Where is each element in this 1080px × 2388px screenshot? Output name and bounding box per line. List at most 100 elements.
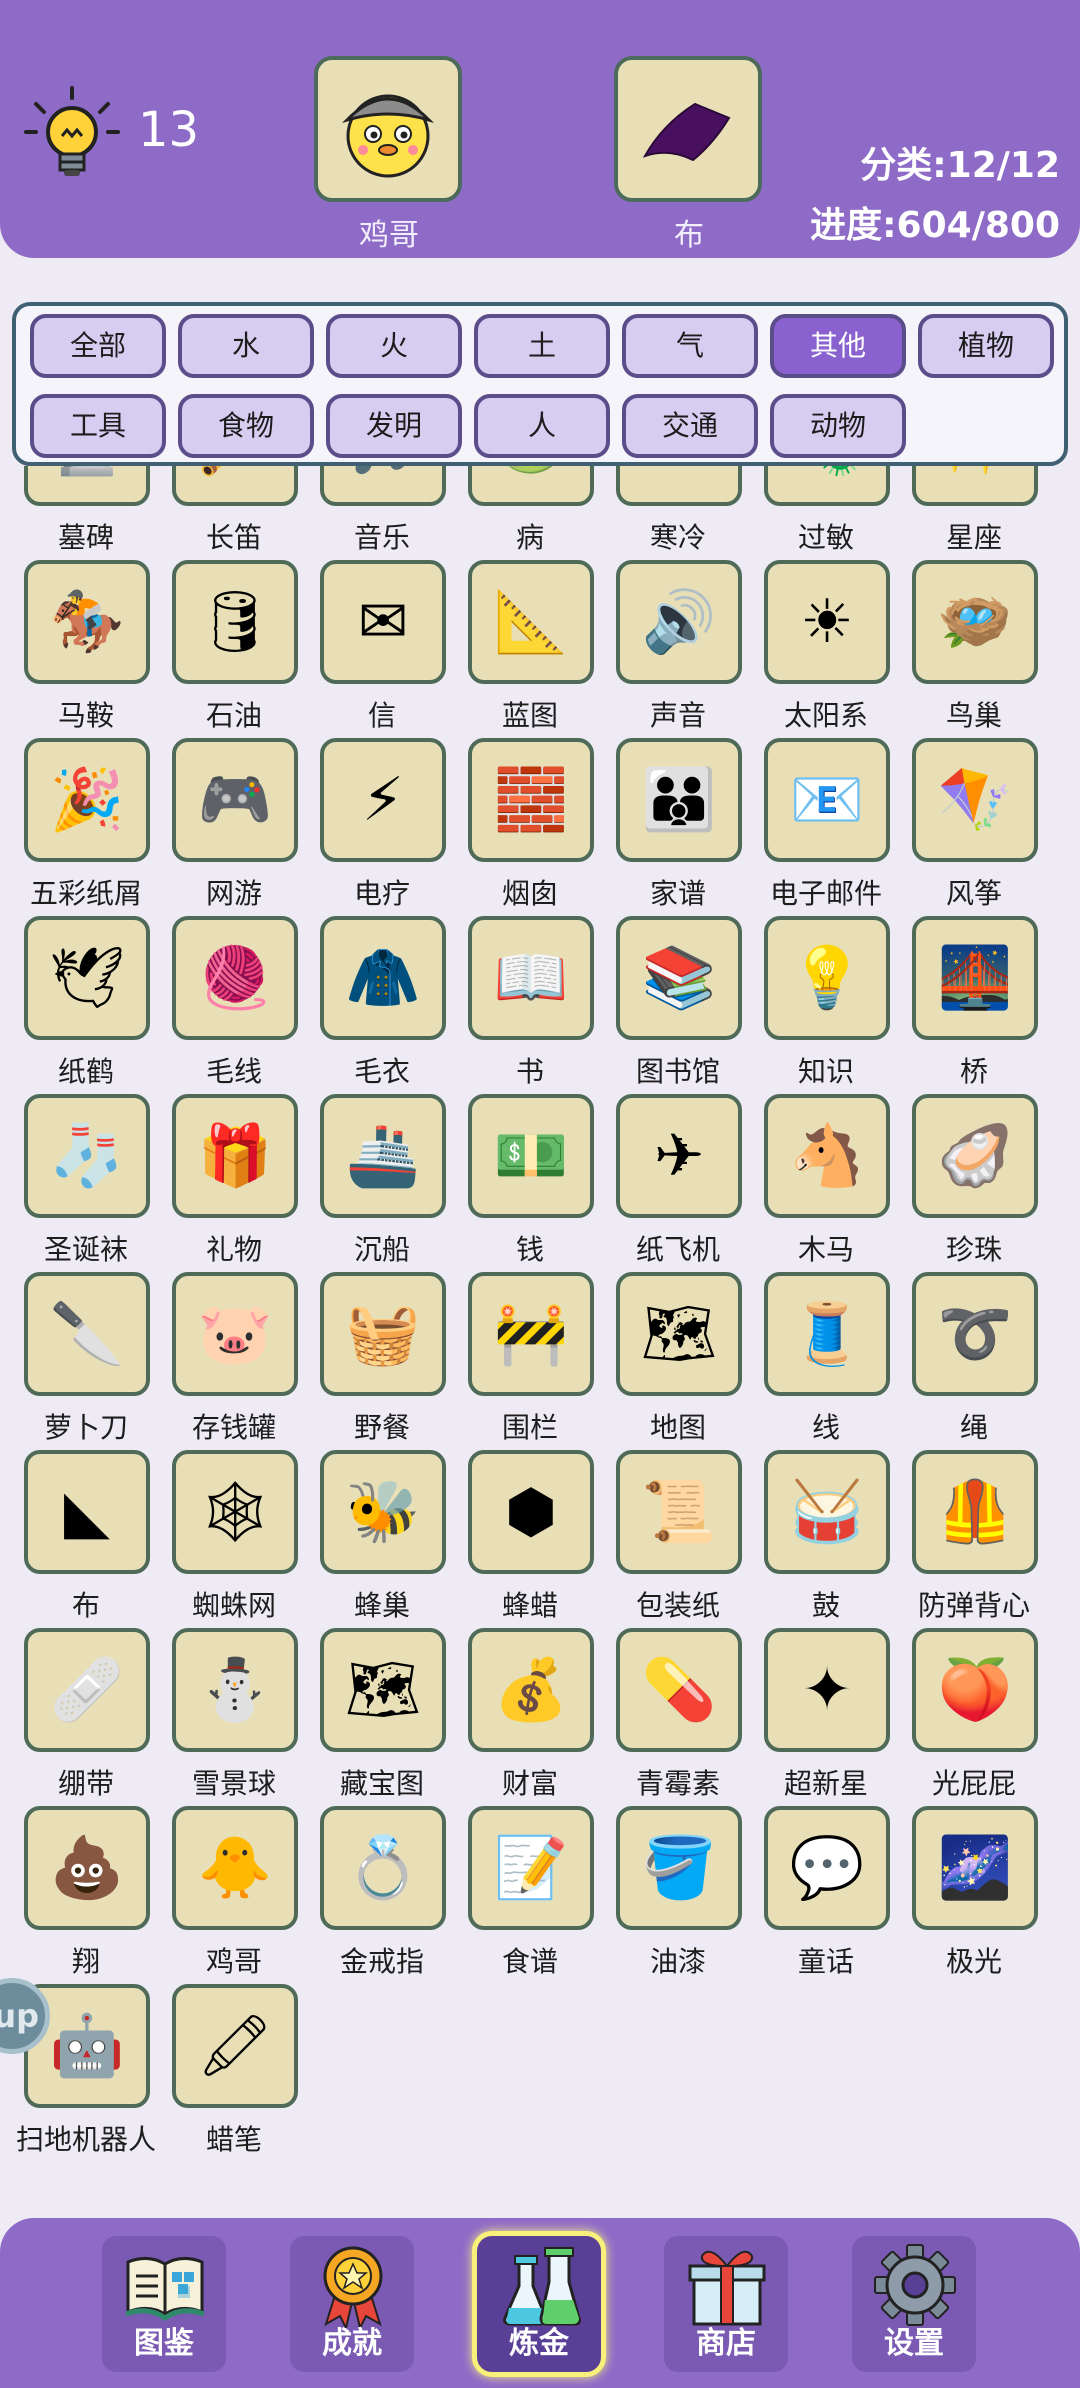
item-cell[interactable]: 📝 食谱 xyxy=(456,1806,604,1984)
nav-achievement[interactable]: 成就 xyxy=(290,2236,414,2372)
filter-button[interactable]: 食物 xyxy=(178,394,314,458)
item-cell[interactable]: 🗺 藏宝图 xyxy=(308,1628,456,1806)
item-cell[interactable]: ⬢ 蜂蜡 xyxy=(456,1450,604,1628)
item-cell[interactable]: 🎉 五彩纸屑 xyxy=(12,738,160,916)
item-tile[interactable]: ➰ xyxy=(912,1272,1038,1396)
item-tile[interactable]: 🐴 xyxy=(764,1094,890,1218)
item-tile[interactable]: 💰 xyxy=(468,1628,594,1752)
item-tile[interactable]: 🩹 xyxy=(24,1628,150,1752)
item-tile[interactable]: ✨ xyxy=(912,466,1038,506)
item-cell[interactable]: ❄ 寒冷 xyxy=(604,466,752,560)
combine-slot-left[interactable]: 鸡哥 xyxy=(314,56,464,254)
item-tile[interactable]: 🧥 xyxy=(320,916,446,1040)
item-tile[interactable]: 👪 xyxy=(616,738,742,862)
item-cell[interactable]: 🪁 风筝 xyxy=(900,738,1048,916)
item-cell[interactable]: 🎁 礼物 xyxy=(160,1094,308,1272)
item-tile[interactable]: 🚢 xyxy=(320,1094,446,1218)
item-cell[interactable]: 🤢病 xyxy=(456,466,604,560)
item-cell[interactable]: 🪺 鸟巢 xyxy=(900,560,1048,738)
item-cell[interactable]: 🐥 鸡哥 xyxy=(160,1806,308,1984)
item-tile[interactable]: 🕊 xyxy=(24,916,150,1040)
item-cell[interactable]: 🚢 沉船 xyxy=(308,1094,456,1272)
item-tile[interactable]: ✉ xyxy=(320,560,446,684)
item-tile[interactable]: ✦ xyxy=(764,1628,890,1752)
item-cell[interactable]: 🗺 地图 xyxy=(604,1272,752,1450)
item-cell[interactable]: 🧱 烟囱 xyxy=(456,738,604,916)
item-cell[interactable]: 🌌 极光 xyxy=(900,1806,1048,1984)
item-tile[interactable]: 🧱 xyxy=(468,738,594,862)
item-cell[interactable]: ⛄ 雪景球 xyxy=(160,1628,308,1806)
item-tile[interactable]: 💍 xyxy=(320,1806,446,1930)
filter-button[interactable]: 其他 xyxy=(770,314,906,378)
item-cell[interactable]: 🪣 油漆 xyxy=(604,1806,752,1984)
filter-button[interactable]: 土 xyxy=(474,314,610,378)
item-tile[interactable]: 💵 xyxy=(468,1094,594,1218)
item-tile[interactable]: 📚 xyxy=(616,916,742,1040)
filter-button[interactable]: 动物 xyxy=(770,394,906,458)
item-tile[interactable]: ✈ xyxy=(616,1094,742,1218)
item-tile[interactable]: 🪺 xyxy=(912,560,1038,684)
item-tile[interactable]: ⬢ xyxy=(468,1450,594,1574)
item-cell[interactable]: 💬 童话 xyxy=(752,1806,900,1984)
item-tile[interactable]: ⛄ xyxy=(172,1628,298,1752)
nav-shop[interactable]: 商店 xyxy=(664,2236,788,2372)
item-cell[interactable]: 🥁 鼓 xyxy=(752,1450,900,1628)
item-cell[interactable]: 🌉 桥 xyxy=(900,916,1048,1094)
filter-button[interactable]: 工具 xyxy=(30,394,166,458)
item-tile[interactable]: 🖍 xyxy=(172,1984,298,2108)
item-cell[interactable]: 🐷 存钱罐 xyxy=(160,1272,308,1450)
item-cell[interactable]: ➰ 绳 xyxy=(900,1272,1048,1450)
item-cell[interactable]: 💍 金戒指 xyxy=(308,1806,456,1984)
item-cell[interactable]: 📚 图书馆 xyxy=(604,916,752,1094)
item-cell[interactable]: 💩 翔 xyxy=(12,1806,160,1984)
item-tile[interactable]: 💊 xyxy=(616,1628,742,1752)
item-tile[interactable]: 🍑 xyxy=(912,1628,1038,1752)
item-cell[interactable]: 🧥 毛衣 xyxy=(308,916,456,1094)
item-cell[interactable]: 🦺 防弹背心 xyxy=(900,1450,1048,1628)
nav-encyclopedia[interactable]: 图鉴 xyxy=(102,2236,226,2372)
item-cell[interactable]: 🦠 过敏 xyxy=(752,466,900,560)
item-tile[interactable]: ❄ xyxy=(616,466,742,506)
item-cell[interactable]: ◣ 布 xyxy=(12,1450,160,1628)
item-cell[interactable]: 🧦 圣诞袜 xyxy=(12,1094,160,1272)
item-tile[interactable]: 🗺 xyxy=(616,1272,742,1396)
combine-slot-right[interactable]: 布 xyxy=(614,56,764,254)
item-cell[interactable]: 💡 知识 xyxy=(752,916,900,1094)
item-cell[interactable]: 🕊 纸鹤 xyxy=(12,916,160,1094)
item-tile[interactable]: ⚡ xyxy=(320,738,446,862)
item-cell[interactable]: 🧺 野餐 xyxy=(308,1272,456,1450)
item-cell[interactable]: 🦪 珍珠 xyxy=(900,1094,1048,1272)
item-cell[interactable]: 🏇 马鞍 xyxy=(12,560,160,738)
filter-button[interactable]: 交通 xyxy=(622,394,758,458)
item-cell[interactable]: 🖍 蜡笔 xyxy=(160,1984,308,2162)
item-cell[interactable]: 🧵 线 xyxy=(752,1272,900,1450)
item-tile[interactable]: 🤢 xyxy=(468,466,594,506)
filter-button[interactable]: 火 xyxy=(326,314,462,378)
filter-button[interactable]: 水 xyxy=(178,314,314,378)
item-tile[interactable]: 📖 xyxy=(468,916,594,1040)
item-tile[interactable]: 🧵 xyxy=(764,1272,890,1396)
item-tile[interactable]: 🥁 xyxy=(764,1450,890,1574)
item-tile[interactable]: 🔪 xyxy=(24,1272,150,1396)
slot-left-tile[interactable] xyxy=(314,56,462,202)
nav-alchemy[interactable]: 炼金 xyxy=(472,2231,606,2377)
filter-button[interactable]: 全部 xyxy=(30,314,166,378)
item-tile[interactable]: 🛢 xyxy=(172,560,298,684)
item-cell[interactable]: ☀ 太阳系 xyxy=(752,560,900,738)
item-tile[interactable]: 🦪 xyxy=(912,1094,1038,1218)
item-cell[interactable]: ✈ 纸飞机 xyxy=(604,1094,752,1272)
item-cell[interactable]: 💰 财富 xyxy=(456,1628,604,1806)
item-tile[interactable]: 🧺 xyxy=(320,1272,446,1396)
item-cell[interactable]: 🍑 光屁屁 xyxy=(900,1628,1048,1806)
item-cell[interactable]: 👪 家谱 xyxy=(604,738,752,916)
item-tile[interactable]: 🐷 xyxy=(172,1272,298,1396)
item-cell[interactable]: ✉ 信 xyxy=(308,560,456,738)
item-tile[interactable]: 🦠 xyxy=(764,466,890,506)
item-tile[interactable]: 🧦 xyxy=(24,1094,150,1218)
item-cell[interactable]: 🔪 萝卜刀 xyxy=(12,1272,160,1450)
item-tile[interactable]: 🚧 xyxy=(468,1272,594,1396)
item-tile[interactable]: 🧶 xyxy=(172,916,298,1040)
slot-right-tile[interactable] xyxy=(614,56,762,202)
item-cell[interactable]: 🛢 石油 xyxy=(160,560,308,738)
item-tile[interactable]: 🌉 xyxy=(912,916,1038,1040)
